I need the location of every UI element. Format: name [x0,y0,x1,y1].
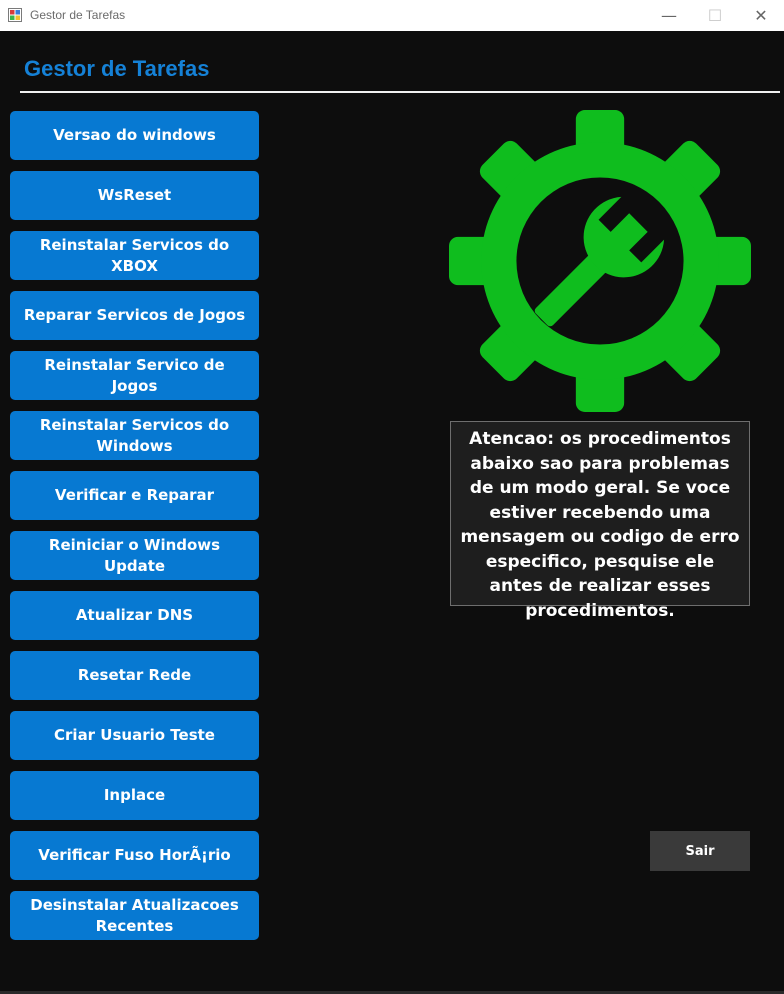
reset-network-button[interactable]: Resetar Rede [10,651,259,700]
inplace-button[interactable]: Inplace [10,771,259,820]
wsreset-button[interactable]: WsReset [10,171,259,220]
title-bar[interactable]: Gestor de Tarefas — ☐ ✕ [0,0,784,31]
create-test-user-button[interactable]: Criar Usuario Teste [10,711,259,760]
exit-button[interactable]: Sair [650,831,750,871]
close-button[interactable]: ✕ [738,0,784,31]
app-icon [8,8,22,22]
reinstall-windows-services-button[interactable]: Reinstalar Servicos do Windows [10,411,259,460]
update-dns-button[interactable]: Atualizar DNS [10,591,259,640]
window-title: Gestor de Tarefas [30,8,126,22]
gear-wrench-icon [449,110,751,412]
header-divider [20,91,780,93]
verify-timezone-button[interactable]: Verificar Fuso HorÃ¡rio [10,831,259,880]
maximize-button[interactable]: ☐ [692,0,738,31]
minimize-button[interactable]: — [646,0,692,31]
reinstall-xbox-services-button[interactable]: Reinstalar Servicos do XBOX [10,231,259,280]
windows-version-button[interactable]: Versao do windows [10,111,259,160]
uninstall-recent-updates-button[interactable]: Desinstalar Atualizacoes Recentes [10,891,259,940]
restart-windows-update-button[interactable]: Reiniciar o Windows Update [10,531,259,580]
reinstall-game-service-button[interactable]: Reinstalar Servico de Jogos [10,351,259,400]
page-title: Gestor de Tarefas [24,56,210,81]
app-window: Gestor de Tarefas — ☐ ✕ Gestor de Tarefa… [0,0,784,994]
warning-notice: Atencao: os procedimentos abaixo sao par… [450,421,750,621]
verify-and-repair-button[interactable]: Verificar e Reparar [10,471,259,520]
repair-game-services-button[interactable]: Reparar Servicos de Jogos [10,291,259,340]
